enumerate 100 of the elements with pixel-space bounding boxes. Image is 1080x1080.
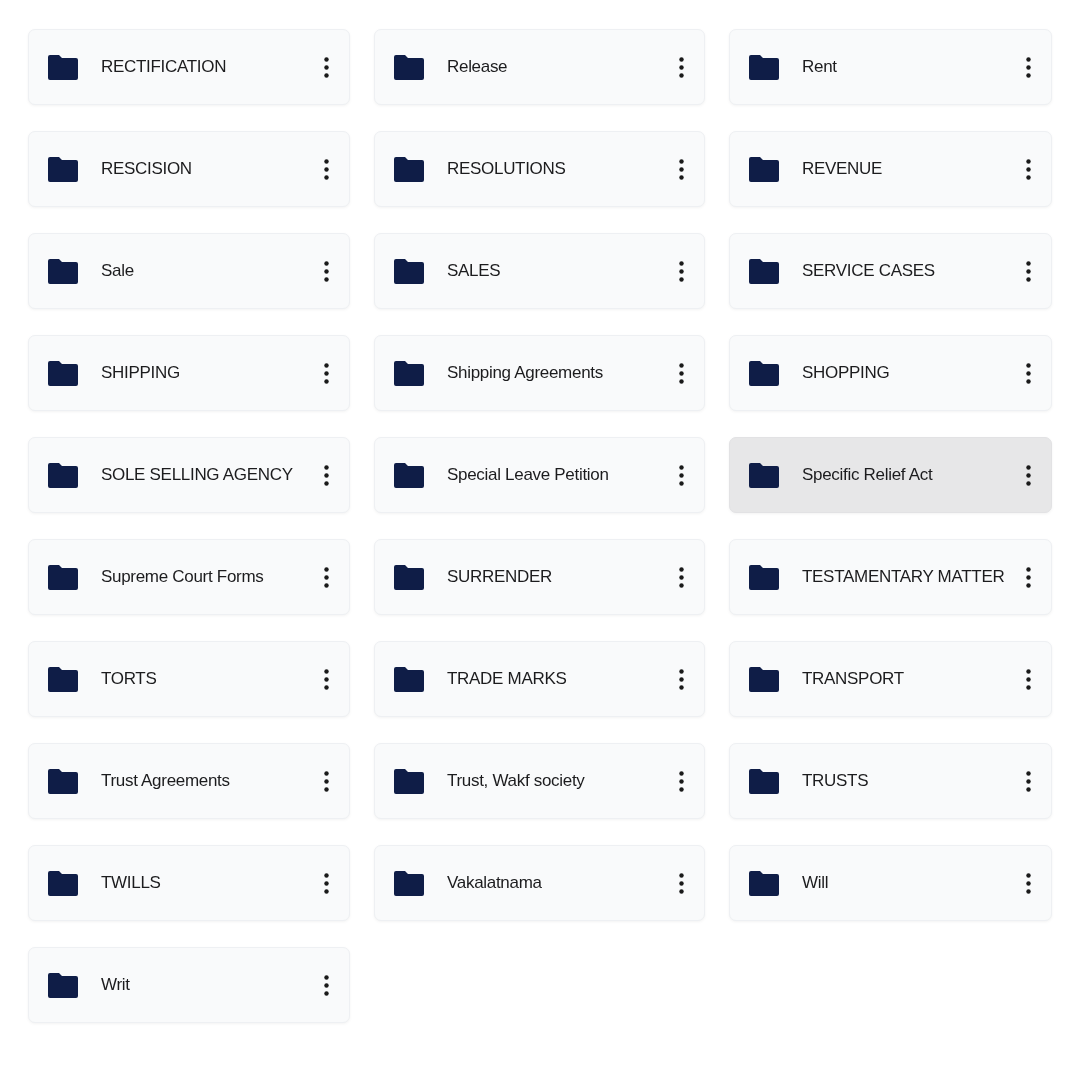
folder-card[interactable]: TORTS: [28, 641, 350, 717]
more-options-button[interactable]: [1024, 360, 1033, 386]
folder-icon: [48, 156, 78, 182]
folder-card[interactable]: Supreme Court Forms: [28, 539, 350, 615]
folder-card[interactable]: TRADE MARKS: [374, 641, 705, 717]
vertical-dots-icon: [324, 770, 329, 792]
folder-name: RESOLUTIONS: [447, 159, 567, 179]
vertical-dots-icon: [1026, 260, 1031, 282]
vertical-dots-icon: [679, 158, 684, 180]
vertical-dots-icon: [324, 158, 329, 180]
folder-card[interactable]: Will: [729, 845, 1052, 921]
folder-card[interactable]: Release: [374, 29, 705, 105]
more-options-button[interactable]: [677, 54, 686, 80]
folder-card[interactable]: SHIPPING: [28, 335, 350, 411]
folder-card[interactable]: Special Leave Petition: [374, 437, 705, 513]
folder-card[interactable]: Shipping Agreements: [374, 335, 705, 411]
folder-icon: [48, 462, 78, 488]
vertical-dots-icon: [324, 566, 329, 588]
folder-icon: [749, 360, 779, 386]
more-options-button[interactable]: [322, 360, 331, 386]
folder-card[interactable]: Sale: [28, 233, 350, 309]
folder-card[interactable]: REVENUE: [729, 131, 1052, 207]
folder-card[interactable]: SURRENDER: [374, 539, 705, 615]
folder-card[interactable]: SALES: [374, 233, 705, 309]
more-options-button[interactable]: [322, 666, 331, 692]
folder-icon: [749, 258, 779, 284]
folder-name: Special Leave Petition: [447, 465, 610, 485]
more-options-button[interactable]: [1024, 54, 1033, 80]
folder-card[interactable]: Specific Relief Act: [729, 437, 1052, 513]
more-options-button[interactable]: [1024, 768, 1033, 794]
folder-card[interactable]: TRANSPORT: [729, 641, 1052, 717]
folder-name: TWILLS: [101, 873, 162, 893]
more-options-button[interactable]: [322, 258, 331, 284]
folder-name: Specific Relief Act: [802, 465, 934, 485]
folder-card[interactable]: Writ: [28, 947, 350, 1023]
folder-card[interactable]: Trust Agreements: [28, 743, 350, 819]
vertical-dots-icon: [679, 56, 684, 78]
folder-card[interactable]: TESTAMENTARY MATTER: [729, 539, 1052, 615]
more-options-button[interactable]: [677, 870, 686, 896]
folder-name: Trust Agreements: [101, 771, 231, 791]
folder-icon: [48, 564, 78, 590]
more-options-button[interactable]: [1024, 870, 1033, 896]
folder-name: REVENUE: [802, 159, 884, 179]
folder-icon: [394, 462, 424, 488]
more-options-button[interactable]: [1024, 258, 1033, 284]
more-options-button[interactable]: [322, 54, 331, 80]
vertical-dots-icon: [1026, 362, 1031, 384]
more-options-button[interactable]: [1024, 156, 1033, 182]
folder-card[interactable]: Trust, Wakf society: [374, 743, 705, 819]
more-options-button[interactable]: [322, 870, 331, 896]
folder-card[interactable]: RESOLUTIONS: [374, 131, 705, 207]
more-options-button[interactable]: [1024, 462, 1033, 488]
more-options-button[interactable]: [677, 564, 686, 590]
vertical-dots-icon: [679, 362, 684, 384]
vertical-dots-icon: [679, 770, 684, 792]
folder-name: Writ: [101, 975, 131, 995]
folder-icon: [394, 768, 424, 794]
folder-card[interactable]: Rent: [729, 29, 1052, 105]
folder-card[interactable]: TRUSTS: [729, 743, 1052, 819]
vertical-dots-icon: [679, 260, 684, 282]
vertical-dots-icon: [1026, 56, 1031, 78]
folder-icon: [394, 666, 424, 692]
vertical-dots-icon: [679, 566, 684, 588]
folder-card[interactable]: SOLE SELLING AGENCY: [28, 437, 350, 513]
folder-card[interactable]: RECTIFICATION: [28, 29, 350, 105]
folder-name: SOLE SELLING AGENCY: [101, 465, 294, 485]
folder-icon: [749, 666, 779, 692]
more-options-button[interactable]: [322, 462, 331, 488]
vertical-dots-icon: [1026, 668, 1031, 690]
more-options-button[interactable]: [677, 258, 686, 284]
more-options-button[interactable]: [322, 564, 331, 590]
more-options-button[interactable]: [322, 768, 331, 794]
more-options-button[interactable]: [677, 360, 686, 386]
more-options-button[interactable]: [677, 768, 686, 794]
more-options-button[interactable]: [677, 462, 686, 488]
more-options-button[interactable]: [322, 972, 331, 998]
vertical-dots-icon: [679, 872, 684, 894]
folder-icon: [394, 564, 424, 590]
vertical-dots-icon: [1026, 158, 1031, 180]
folder-icon: [749, 870, 779, 896]
folder-icon: [48, 870, 78, 896]
more-options-button[interactable]: [322, 156, 331, 182]
folder-icon: [749, 54, 779, 80]
more-options-button[interactable]: [1024, 666, 1033, 692]
folder-name: Rent: [802, 57, 838, 77]
folder-icon: [394, 360, 424, 386]
folder-card[interactable]: TWILLS: [28, 845, 350, 921]
more-options-button[interactable]: [677, 666, 686, 692]
vertical-dots-icon: [679, 668, 684, 690]
folder-icon: [394, 156, 424, 182]
folder-name: RESCISION: [101, 159, 193, 179]
more-options-button[interactable]: [677, 156, 686, 182]
folder-card[interactable]: RESCISION: [28, 131, 350, 207]
folder-card[interactable]: SHOPPING: [729, 335, 1052, 411]
folder-card[interactable]: SERVICE CASES: [729, 233, 1052, 309]
folder-card[interactable]: Vakalatnama: [374, 845, 705, 921]
vertical-dots-icon: [1026, 464, 1031, 486]
vertical-dots-icon: [679, 464, 684, 486]
more-options-button[interactable]: [1024, 564, 1033, 590]
vertical-dots-icon: [1026, 566, 1031, 588]
